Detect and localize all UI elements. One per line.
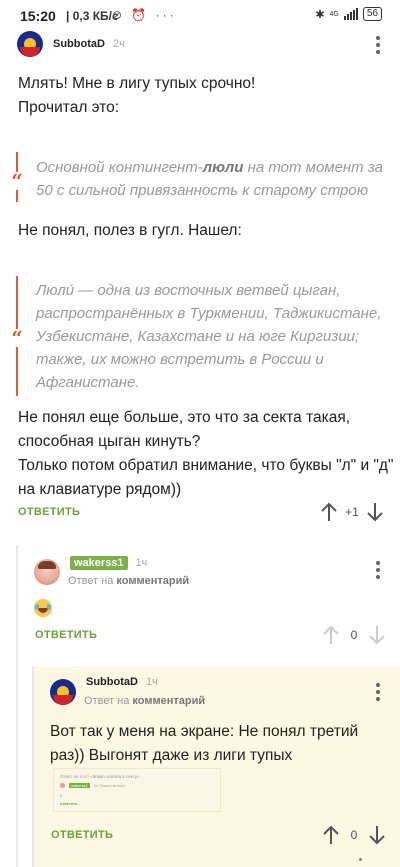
more-icon[interactable] (352, 858, 368, 867)
rating-count: +1 (345, 505, 359, 519)
reply-to[interactable]: Ответ на комментарий (68, 575, 189, 587)
status-right: ✱ 4G 56 (315, 7, 382, 21)
comment-header: wakerss1 1ч Ответ на комментарий (34, 556, 189, 587)
upvote-icon[interactable] (322, 625, 340, 645)
comment-time: 1ч (135, 557, 148, 569)
more-icon[interactable] (375, 683, 381, 704)
status-speed: | 0,3 КБ/с (66, 9, 119, 23)
blockquote: “ Основной контингент-люли на тот момент… (10, 152, 386, 206)
upvote-icon[interactable] (322, 825, 340, 845)
thread-line (16, 545, 18, 867)
username[interactable]: SubbotaD (86, 676, 138, 688)
avatar[interactable] (34, 558, 60, 585)
status-time: 15:20 (20, 8, 56, 24)
comment-text: Не понял еще больше, это что за секта та… (18, 409, 394, 498)
comment-time: 1ч (145, 676, 158, 688)
rating-count: 0 (350, 628, 358, 642)
quote-icon: “ (10, 326, 24, 350)
vote-controls: 0 (322, 625, 386, 645)
reply-button[interactable]: ОТВЕТИТЬ (51, 829, 113, 841)
quote-icon: “ (10, 169, 24, 193)
status-bar: 15:20 | 0,3 КБ/с ⊘ ⏰ ··· ✱ 4G 56 (0, 0, 400, 28)
blockquote: “ Люли́ — одна из восточных ветвей цыган… (10, 276, 386, 400)
comment-text: Не понял, полез в гугл. Нашел: (18, 222, 242, 239)
reply-to[interactable]: Ответ на комментарий (84, 695, 205, 707)
comment-actions: ОТВЕТИТЬ (18, 506, 80, 518)
attached-screenshot[interactable]: Ответ на пост «Мама попала в секту» wake… (53, 768, 221, 812)
comment-header: SubbotaD 2ч (17, 31, 125, 57)
username[interactable]: wakerss1 (70, 556, 128, 570)
upvote-icon[interactable] (320, 502, 338, 522)
downvote-icon[interactable] (368, 825, 386, 845)
laughing-emoji-icon (34, 599, 52, 617)
downvote-icon[interactable] (368, 625, 386, 645)
username[interactable]: SubbotaD (53, 38, 105, 50)
battery-icon: 56 (362, 7, 382, 21)
avatar[interactable] (50, 678, 76, 705)
signal-icon (343, 8, 358, 20)
comment-time: 2ч (112, 38, 125, 50)
comment-actions: ОТВЕТИТЬ (35, 629, 97, 641)
vote-controls: +1 (320, 502, 384, 522)
comment-text: Вот так у меня на экране: Не понял трети… (50, 723, 359, 764)
more-icon[interactable] (375, 561, 381, 582)
downvote-icon[interactable] (366, 502, 384, 522)
thread-line (32, 666, 34, 867)
vote-controls: 0 (322, 825, 386, 845)
network-label: 4G (329, 10, 339, 18)
comment-header: SubbotaD 1ч Ответ на комментарий (50, 676, 205, 707)
avatar[interactable] (17, 31, 43, 57)
comment-actions: ОТВЕТИТЬ (51, 829, 113, 841)
more-icon[interactable] (375, 36, 381, 57)
reply-button[interactable]: ОТВЕТИТЬ (35, 629, 97, 641)
comment-text: Млять! Мне в лигу тупых срочно! Прочитал… (18, 75, 256, 116)
bluetooth-icon: ✱ (315, 8, 325, 21)
rating-count: 0 (350, 828, 358, 842)
notification-icons: ⊘ ⏰ ··· (112, 8, 177, 22)
reply-button[interactable]: ОТВЕТИТЬ (18, 506, 80, 518)
